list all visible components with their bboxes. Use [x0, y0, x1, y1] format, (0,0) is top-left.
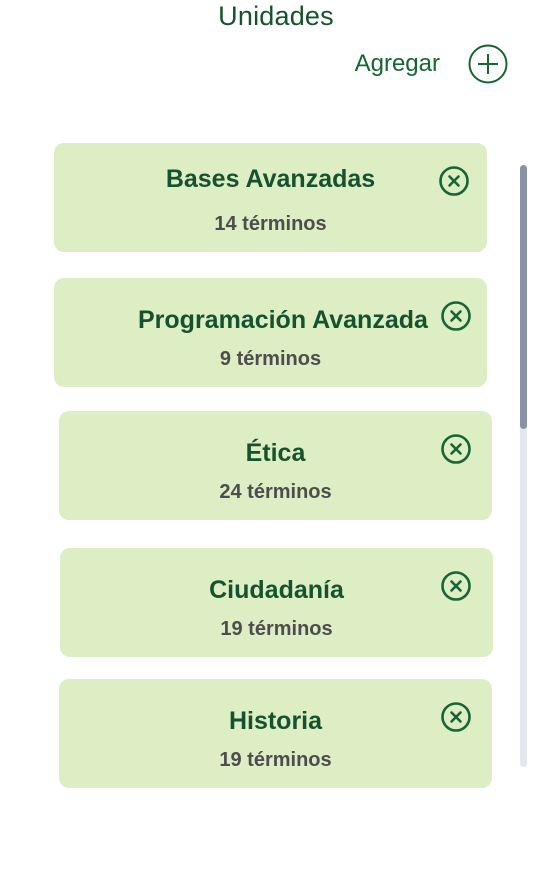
unit-card[interactable]: Historia 19 términos — [59, 679, 492, 788]
unit-term-count: 14 términos — [214, 213, 327, 235]
unit-term-count: 19 términos — [220, 618, 333, 640]
unit-card[interactable]: Ética 24 términos — [59, 411, 492, 520]
close-circle-icon[interactable] — [438, 165, 470, 197]
unit-name: Programación Avanzada — [138, 306, 428, 334]
unit-card[interactable]: Ciudadanía 19 términos — [60, 548, 493, 657]
unit-card[interactable]: Bases Avanzadas 14 términos — [54, 143, 487, 252]
unit-term-count: 9 términos — [219, 348, 322, 370]
close-circle-icon[interactable] — [440, 433, 472, 465]
unit-name: Bases Avanzadas — [165, 165, 376, 193]
unit-term-count: 24 términos — [219, 481, 332, 503]
scrollbar-thumb[interactable] — [520, 165, 527, 429]
add-label[interactable]: Agregar — [355, 50, 440, 78]
close-circle-icon[interactable] — [440, 701, 472, 733]
add-unit-button[interactable]: Agregar — [355, 44, 508, 84]
unit-name: Historia — [228, 707, 323, 735]
unit-name: Ética — [245, 439, 306, 467]
close-circle-icon[interactable] — [440, 570, 472, 602]
units-screen: Unidades Agregar Bases Avanzadas 14 térm… — [0, 0, 546, 884]
close-circle-icon[interactable] — [440, 300, 472, 332]
unit-card[interactable]: Programación Avanzada 9 términos — [54, 278, 487, 387]
unit-term-count: 19 términos — [219, 749, 332, 771]
scrollbar[interactable] — [520, 165, 527, 767]
unit-name: Ciudadanía — [209, 576, 344, 604]
page-title: Unidades — [218, 1, 334, 31]
plus-circle-icon[interactable] — [468, 44, 508, 84]
